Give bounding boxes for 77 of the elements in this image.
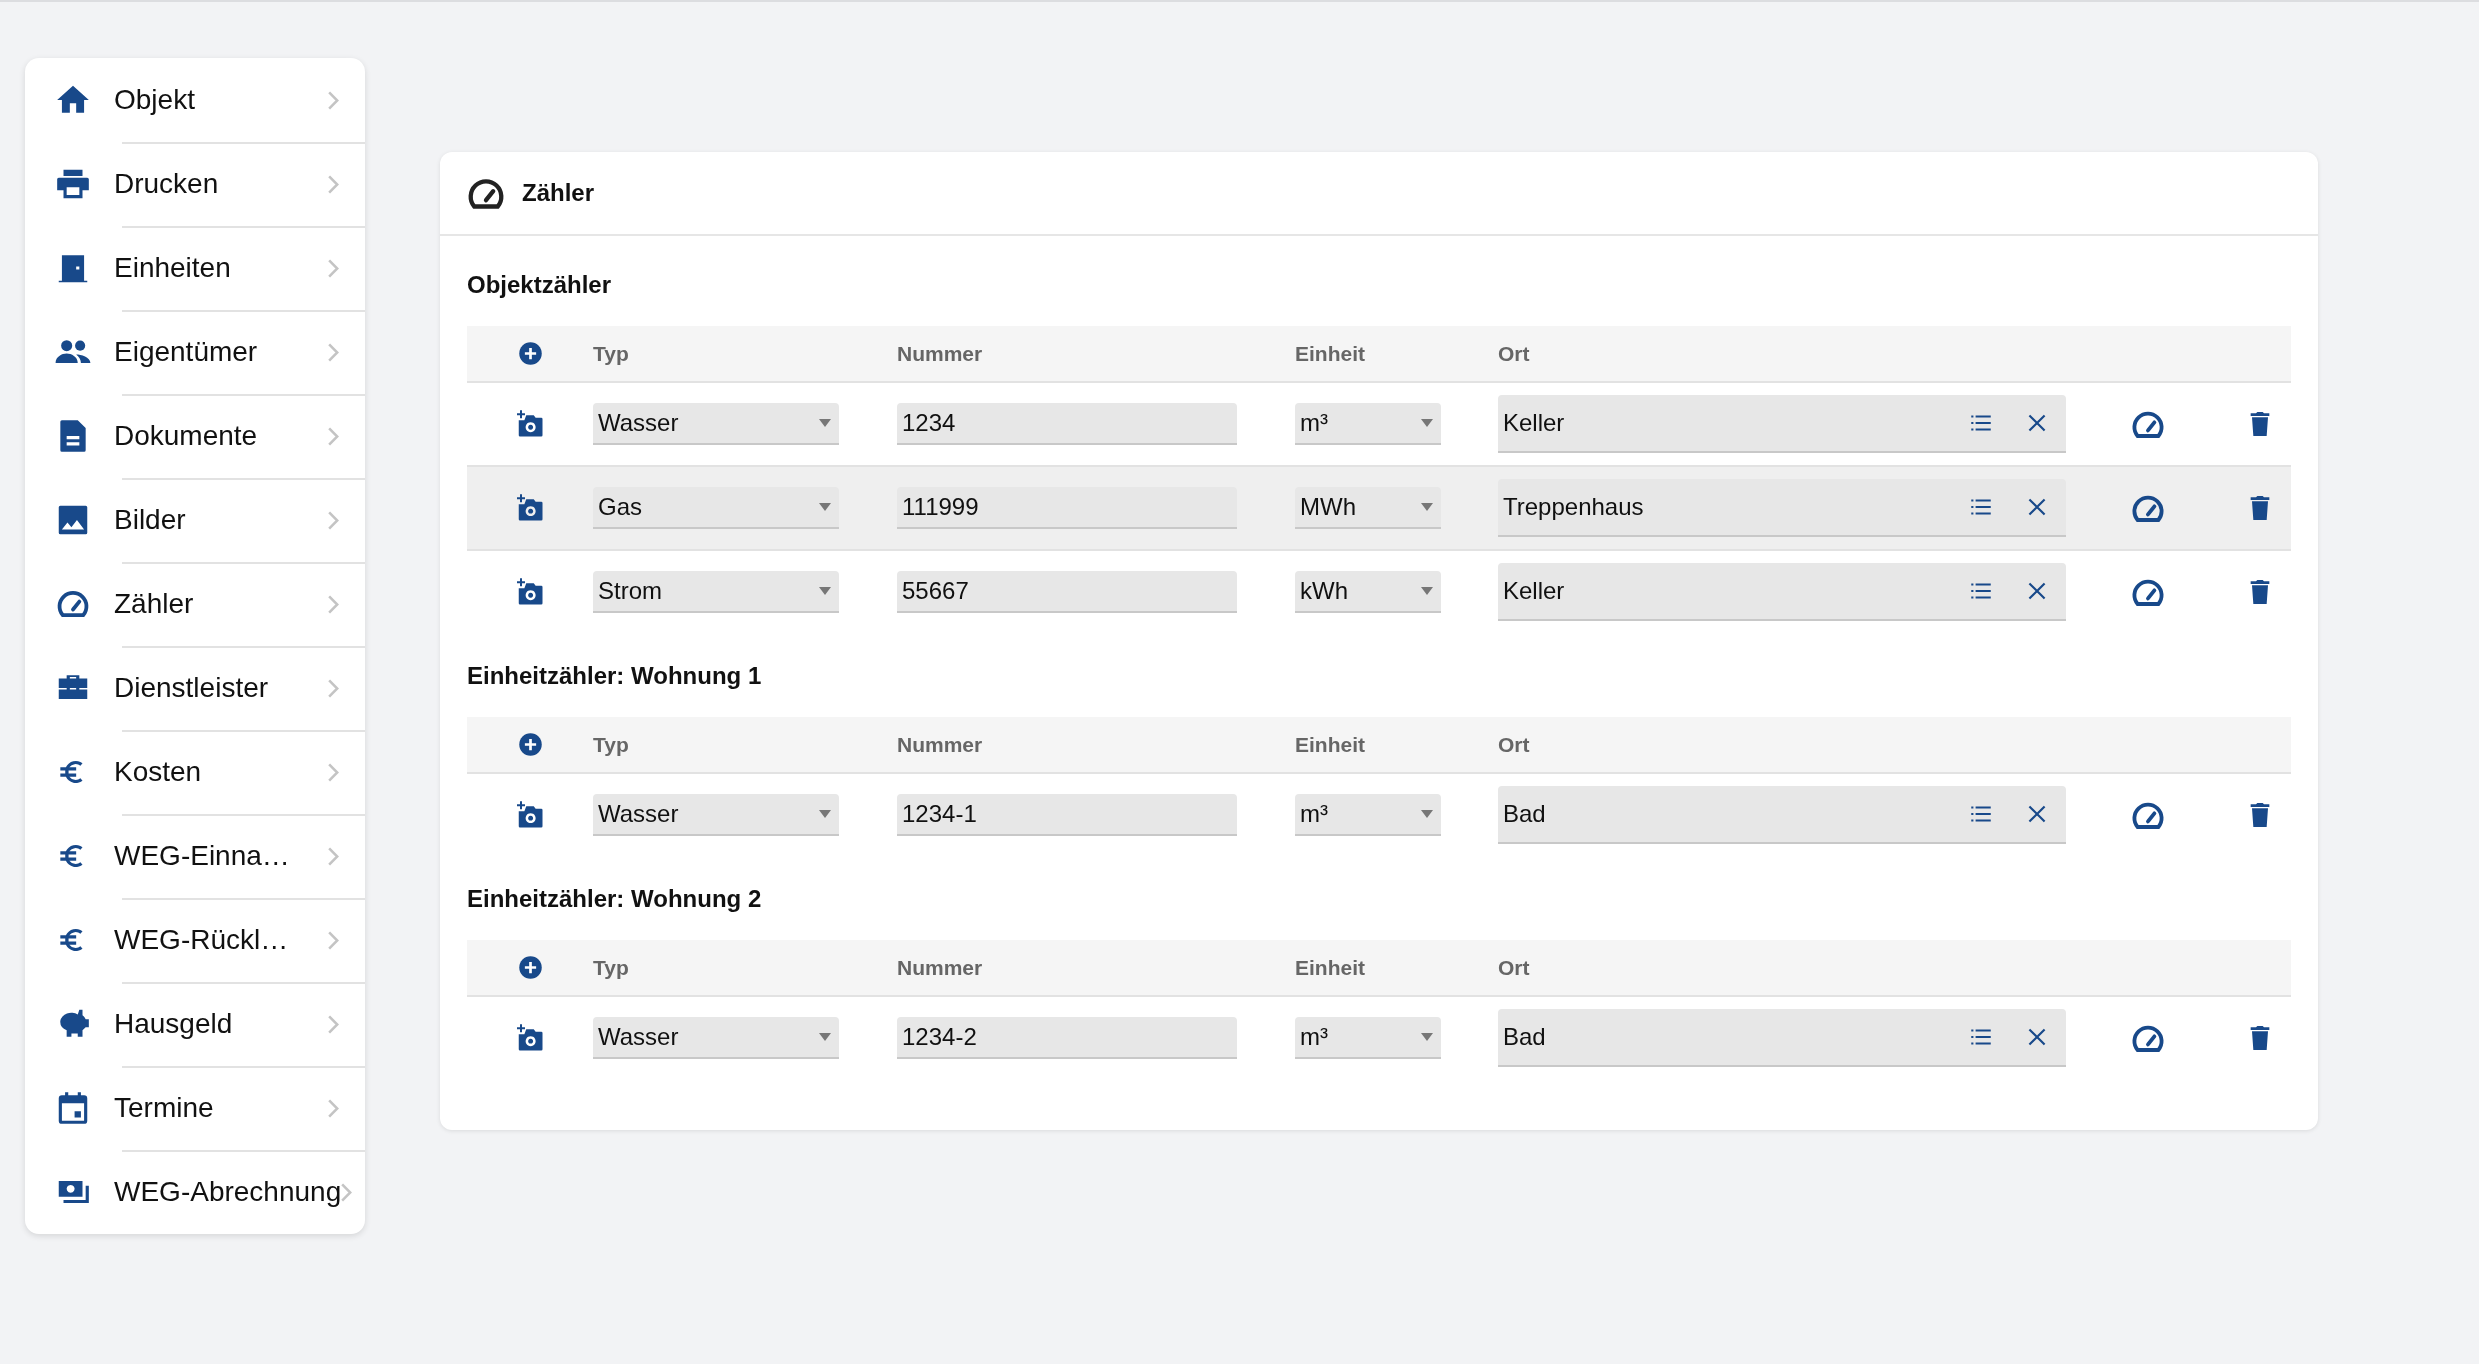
chevron-right-icon	[328, 258, 339, 278]
add-photo-icon[interactable]	[515, 493, 545, 523]
unit-select[interactable]: m³	[1295, 403, 1441, 445]
add-photo-icon[interactable]	[515, 800, 545, 830]
chevron-right-icon	[328, 594, 339, 614]
column-header: Typ	[593, 341, 629, 365]
add-icon[interactable]	[516, 731, 544, 758]
section-title: Einheitzähler: Wohnung 1	[467, 661, 763, 691]
location-field[interactable]: Bad	[1498, 1009, 2066, 1067]
sidebar-item[interactable]: WEG-Einna…	[25, 814, 365, 898]
location-text: Keller	[1503, 577, 1565, 605]
column-header: Ort	[1498, 955, 1530, 979]
sidebar-item[interactable]: Einheiten	[25, 226, 365, 310]
chevron-right-icon	[328, 930, 339, 950]
location-field[interactable]: Keller	[1498, 395, 2066, 453]
chevron-right-icon	[328, 1098, 339, 1118]
column-header: Ort	[1498, 732, 1530, 756]
sidebar-item[interactable]: Kosten	[25, 730, 365, 814]
chevron-right-icon	[328, 510, 339, 530]
sidebar-item[interactable]: Hausgeld	[25, 982, 365, 1066]
location-field[interactable]: Keller	[1498, 563, 2066, 621]
unit-select[interactable]: m³	[1295, 794, 1441, 836]
location-field[interactable]: Treppenhaus	[1498, 479, 2066, 537]
location-text: Bad	[1503, 800, 1546, 828]
column-header: Ort	[1498, 341, 1530, 365]
chevron-right-icon	[328, 174, 339, 194]
type-select[interactable]: Wasser	[593, 794, 839, 836]
column-header: Einheit	[1295, 341, 1365, 365]
location-field[interactable]: Bad	[1498, 786, 2066, 844]
sidebar-item[interactable]: Termine	[25, 1066, 365, 1150]
number-field[interactable]: 1234	[897, 403, 1237, 445]
add-icon[interactable]	[516, 954, 544, 981]
unit-select[interactable]: kWh	[1295, 571, 1441, 613]
number-field[interactable]: 1234-2	[897, 1017, 1237, 1059]
chevron-right-icon	[328, 426, 339, 446]
column-header: Nummer	[897, 341, 983, 365]
chevron-right-icon	[328, 90, 339, 110]
type-select[interactable]: Wasser	[593, 1017, 839, 1059]
sidebar-item[interactable]: Zähler	[25, 562, 365, 646]
chevron-right-icon	[341, 1182, 353, 1202]
location-text: Bad	[1503, 1023, 1546, 1051]
type-select[interactable]: Gas	[593, 487, 839, 529]
unit-select[interactable]: m³	[1295, 1017, 1441, 1059]
column-header: Nummer	[897, 732, 983, 756]
sidebar-item[interactable]: Bilder	[25, 478, 365, 562]
unit-select[interactable]: MWh	[1295, 487, 1441, 529]
number-field[interactable]: 1234-1	[897, 794, 1237, 836]
sidebar-item[interactable]: WEG-Abrechnung	[25, 1150, 365, 1234]
add-icon[interactable]	[516, 340, 544, 367]
number-field[interactable]: 55667	[897, 571, 1237, 613]
sidebar-item[interactable]: Dienstleister	[25, 646, 365, 730]
chevron-right-icon	[328, 342, 339, 362]
location-text: Treppenhaus	[1503, 493, 1644, 521]
column-header: Einheit	[1295, 955, 1365, 979]
location-text: Keller	[1503, 409, 1565, 437]
card-title: Zähler	[522, 179, 595, 207]
number-field[interactable]: 111999	[897, 487, 1237, 529]
sidebar-item[interactable]: Drucken	[25, 142, 365, 226]
column-header: Typ	[593, 732, 629, 756]
column-header: Typ	[593, 955, 629, 979]
sidebar-item[interactable]: Dokumente	[25, 394, 365, 478]
sidebar-item[interactable]: WEG-Rückl…	[25, 898, 365, 982]
add-photo-icon[interactable]	[515, 1023, 545, 1053]
chevron-right-icon	[328, 846, 339, 866]
chevron-right-icon	[328, 678, 339, 698]
type-select[interactable]: Wasser	[593, 403, 839, 445]
sidebar-item[interactable]: Eigentümer	[25, 310, 365, 394]
column-header: Nummer	[897, 955, 983, 979]
chevron-right-icon	[328, 762, 339, 782]
chevron-right-icon	[328, 1014, 339, 1034]
sidebar-item[interactable]: Objekt	[25, 58, 365, 142]
column-header: Einheit	[1295, 732, 1365, 756]
add-photo-icon[interactable]	[515, 409, 545, 439]
add-photo-icon[interactable]	[515, 577, 545, 607]
section-title: Objektzähler	[467, 270, 613, 300]
type-select[interactable]: Strom	[593, 571, 839, 613]
section-title: Einheitzähler: Wohnung 2	[467, 884, 763, 914]
